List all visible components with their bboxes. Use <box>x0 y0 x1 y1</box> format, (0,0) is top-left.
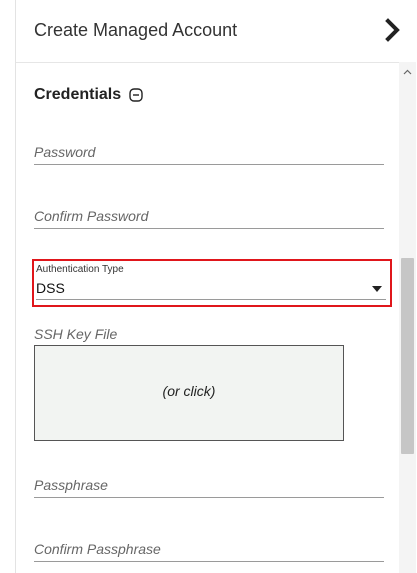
authentication-type-select[interactable]: DSS <box>36 279 386 300</box>
vertical-scrollbar[interactable] <box>399 62 416 573</box>
confirm-passphrase-field <box>34 537 384 562</box>
dropzone-text: (or click) <box>162 383 216 399</box>
ssh-key-file-label: SSH Key File <box>34 326 118 342</box>
panel-header: Create Managed Account <box>16 0 416 63</box>
password-field <box>34 140 384 165</box>
section-title: Credentials <box>34 86 122 103</box>
ssh-key-file-dropzone[interactable]: (or click) <box>34 345 344 441</box>
confirm-password-input[interactable] <box>34 204 384 228</box>
credentials-section-header: Credentials <box>34 86 143 104</box>
scrollbar-thumb[interactable] <box>401 258 414 454</box>
authentication-type-value: DSS <box>36 280 65 296</box>
password-input[interactable] <box>34 140 384 164</box>
authentication-type-field: Authentication Type DSS <box>32 259 392 307</box>
confirm-passphrase-input[interactable] <box>34 537 384 561</box>
chevron-right-icon[interactable] <box>382 17 404 43</box>
passphrase-input[interactable] <box>34 473 384 497</box>
caret-down-icon <box>372 286 382 292</box>
create-managed-account-panel: Create Managed Account Credentials Authe… <box>15 0 416 573</box>
scroll-up-arrow-icon[interactable] <box>403 64 412 75</box>
authentication-type-label: Authentication Type <box>36 264 124 275</box>
form-content: Credentials Authentication Type DSS SSH … <box>16 62 399 573</box>
passphrase-field <box>34 473 384 498</box>
panel-title: Create Managed Account <box>34 20 238 40</box>
minus-circle-icon[interactable] <box>129 88 143 102</box>
confirm-password-field <box>34 204 384 229</box>
